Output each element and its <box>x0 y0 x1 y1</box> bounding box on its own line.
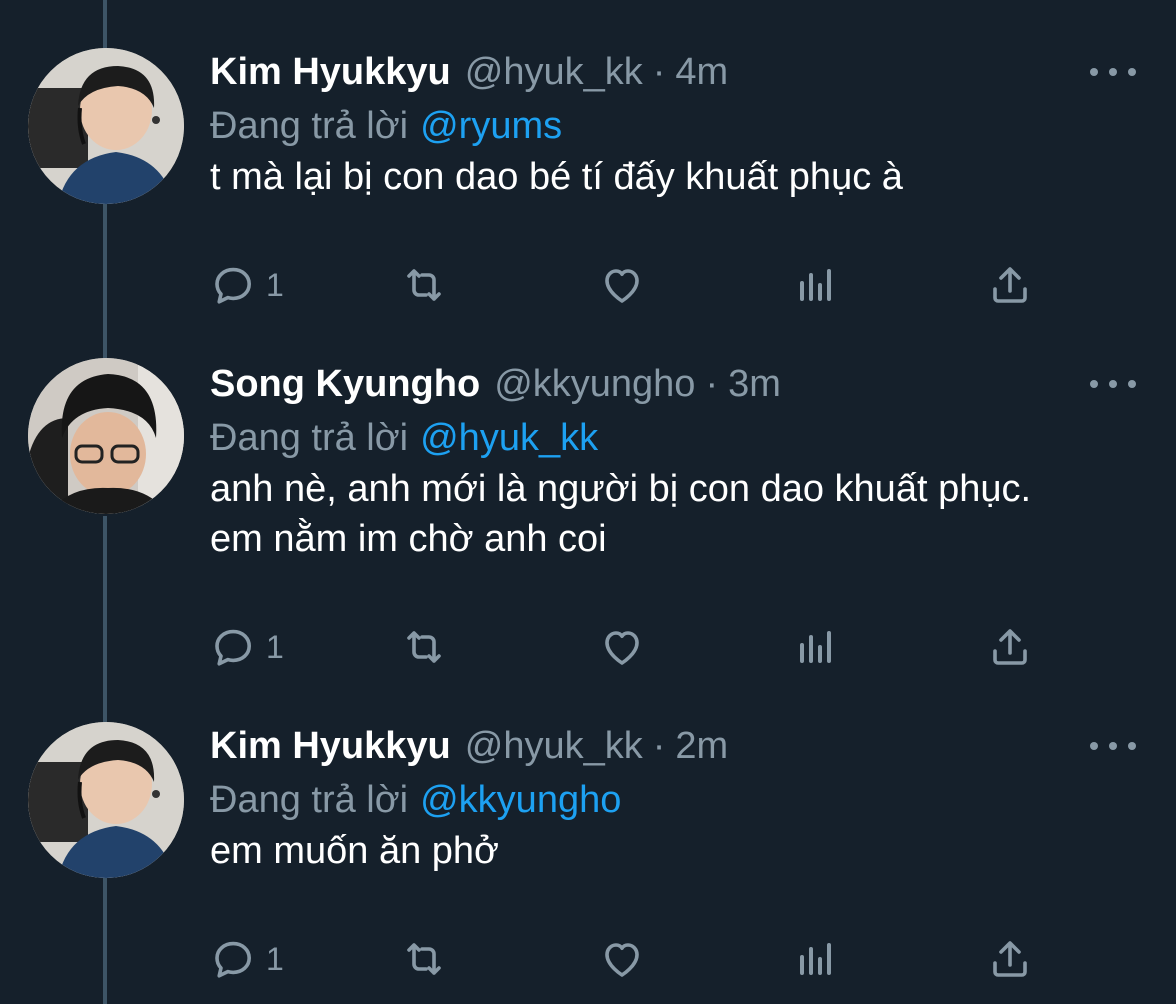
analytics-button[interactable] <box>792 934 840 984</box>
share-button[interactable] <box>986 934 1034 984</box>
reply-count: 1 <box>266 940 284 977</box>
like-icon <box>605 269 639 303</box>
share-button[interactable] <box>986 622 1034 672</box>
timestamp[interactable]: 4m <box>675 46 728 98</box>
avatar-photo <box>28 358 184 514</box>
avatar[interactable] <box>28 48 184 204</box>
avatar[interactable] <box>28 722 184 878</box>
replying-to-label: Đang trả lời <box>210 105 409 147</box>
analytics-icon <box>800 943 831 975</box>
separator-dot: · <box>705 363 719 405</box>
like-button[interactable] <box>598 622 646 672</box>
like-icon <box>605 943 639 977</box>
reply-mention-link[interactable]: @hyuk_kk <box>420 417 598 459</box>
reply-count: 1 <box>266 266 284 303</box>
reply-mention-link[interactable]: @ryums <box>420 105 562 147</box>
retweet-icon <box>407 631 441 663</box>
reply-button[interactable]: 1 <box>210 260 284 310</box>
replying-to: Đang trả lời @hyuk_kk <box>210 412 598 464</box>
reply-icon <box>215 267 251 304</box>
user-handle[interactable]: @hyuk_kk <box>465 46 643 98</box>
tweet-header: Kim Hyukkyu @hyuk_kk · 2m <box>210 720 728 772</box>
reply-button[interactable]: 1 <box>210 934 284 984</box>
retweet-icon <box>407 269 441 301</box>
tweet-text: em muốn ăn phở <box>210 830 499 872</box>
analytics-icon <box>800 631 831 663</box>
more-options-icon[interactable] <box>1090 60 1136 84</box>
retweet-icon <box>407 943 441 975</box>
thread-line-top <box>103 0 107 48</box>
tweet-actions: 1 <box>210 622 1050 672</box>
tweet-text: anh nè, anh mới là người bị con dao khuấ… <box>210 468 1032 560</box>
thread-line-bottom <box>103 878 107 1004</box>
like-button[interactable] <box>598 260 646 310</box>
replying-to-label: Đang trả lời <box>210 779 409 821</box>
avatar-photo <box>28 722 184 878</box>
reply-mention-link[interactable]: @kkyungho <box>420 779 621 821</box>
user-handle[interactable]: @hyuk_kk <box>465 720 643 772</box>
avatar[interactable] <box>28 358 184 514</box>
more-options-icon[interactable] <box>1090 734 1136 758</box>
retweet-button[interactable] <box>400 260 448 310</box>
display-name[interactable]: Kim Hyukkyu <box>210 46 451 98</box>
like-icon <box>605 631 639 665</box>
timestamp[interactable]: 3m <box>728 358 781 410</box>
share-icon <box>993 267 1027 303</box>
separator-dot: · <box>652 51 666 93</box>
replying-to: Đang trả lời @kkyungho <box>210 774 621 826</box>
analytics-button[interactable] <box>792 622 840 672</box>
replying-to: Đang trả lời @ryums <box>210 100 562 152</box>
tweet-header: Kim Hyukkyu @hyuk_kk · 4m <box>210 46 728 98</box>
tweet-actions: 1 <box>210 934 1050 984</box>
analytics-button[interactable] <box>792 260 840 310</box>
analytics-icon <box>800 269 831 301</box>
display-name[interactable]: Kim Hyukkyu <box>210 720 451 772</box>
reply-icon <box>215 941 251 978</box>
retweet-button[interactable] <box>400 934 448 984</box>
retweet-button[interactable] <box>400 622 448 672</box>
share-button[interactable] <box>986 260 1034 310</box>
thread-line-1 <box>103 204 107 360</box>
share-icon <box>993 941 1027 977</box>
reply-button[interactable]: 1 <box>210 622 284 672</box>
display-name[interactable]: Song Kyungho <box>210 358 480 410</box>
replying-to-label: Đang trả lời <box>210 417 409 459</box>
thread-line-2 <box>103 516 107 722</box>
tweet-actions: 1 <box>210 260 1050 310</box>
timestamp[interactable]: 2m <box>675 720 728 772</box>
user-handle[interactable]: @kkyungho <box>494 358 695 410</box>
tweet-text: t mà lại bị con dao bé tí đấy khuất phục… <box>210 156 903 198</box>
avatar-photo <box>28 48 184 204</box>
reply-count: 1 <box>266 628 284 665</box>
more-options-icon[interactable] <box>1090 372 1136 396</box>
like-button[interactable] <box>598 934 646 984</box>
tweet-header: Song Kyungho @kkyungho · 3m <box>210 358 781 410</box>
separator-dot: · <box>652 725 666 767</box>
share-icon <box>993 629 1027 665</box>
reply-icon <box>215 629 251 666</box>
